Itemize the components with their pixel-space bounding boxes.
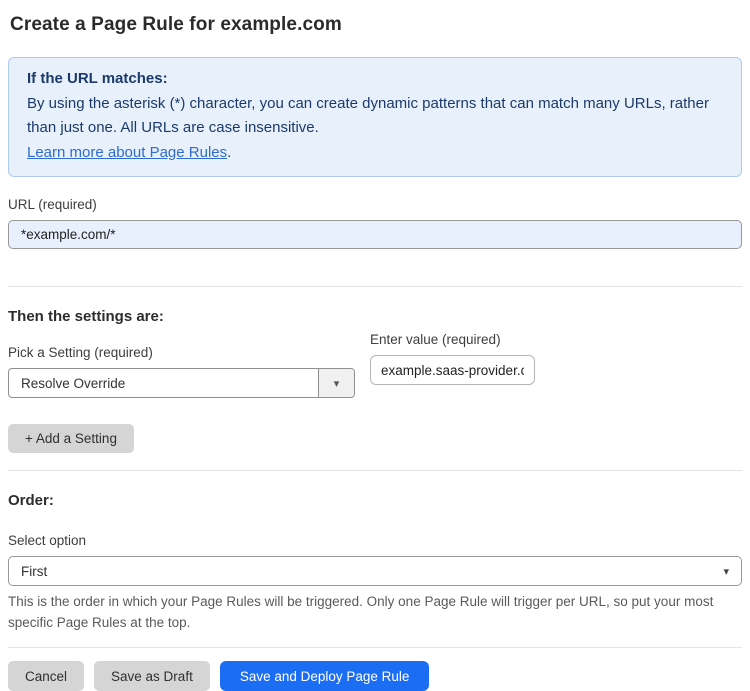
url-match-info-box: If the URL matches: By using the asteris… — [8, 57, 742, 177]
url-input[interactable] — [8, 220, 742, 249]
footer-actions: Cancel Save as Draft Save and Deploy Pag… — [8, 661, 742, 691]
settings-section-heading: Then the settings are: — [8, 308, 164, 325]
learn-more-link[interactable]: Learn more about Page Rules — [27, 144, 227, 161]
order-select[interactable]: First ▾ — [8, 556, 742, 586]
setting-value-column: Enter value (required) — [370, 325, 535, 398]
link-suffix: . — [227, 143, 232, 161]
caret-down-icon: ▾ — [723, 565, 729, 578]
setting-picker-label: Pick a Setting (required) — [8, 345, 153, 360]
url-label: URL (required) — [8, 197, 97, 212]
setting-select[interactable]: Resolve Override ▾ — [8, 368, 355, 398]
setting-select-value: Resolve Override — [21, 375, 126, 391]
save-deploy-button[interactable]: Save and Deploy Page Rule — [219, 661, 430, 691]
cancel-button[interactable]: Cancel — [8, 661, 85, 691]
settings-row: Pick a Setting (required) Resolve Overri… — [8, 325, 742, 398]
divider — [8, 647, 742, 648]
page-title: Create a Page Rule for example.com — [10, 14, 342, 35]
order-section-heading: Order: — [8, 492, 54, 509]
save-draft-button[interactable]: Save as Draft — [94, 661, 210, 691]
order-select-value: First — [21, 563, 48, 579]
info-box-link-line: Learn more about Page Rules. — [27, 141, 723, 166]
info-box-body: By using the asterisk (*) character, you… — [27, 94, 709, 137]
order-select-label: Select option — [8, 533, 87, 548]
divider — [8, 286, 742, 287]
caret-down-icon[interactable]: ▾ — [318, 369, 354, 397]
setting-value-input[interactable] — [370, 355, 535, 385]
divider — [8, 470, 742, 471]
setting-picker-column: Pick a Setting (required) Resolve Overri… — [8, 325, 355, 398]
order-help-text: This is the order in which your Page Rul… — [8, 594, 714, 630]
setting-value-label: Enter value (required) — [370, 332, 501, 347]
create-page-rule-form: Create a Page Rule for example.com If th… — [0, 0, 750, 691]
info-box-heading: If the URL matches: — [27, 70, 168, 87]
add-setting-button[interactable]: + Add a Setting — [8, 424, 134, 453]
